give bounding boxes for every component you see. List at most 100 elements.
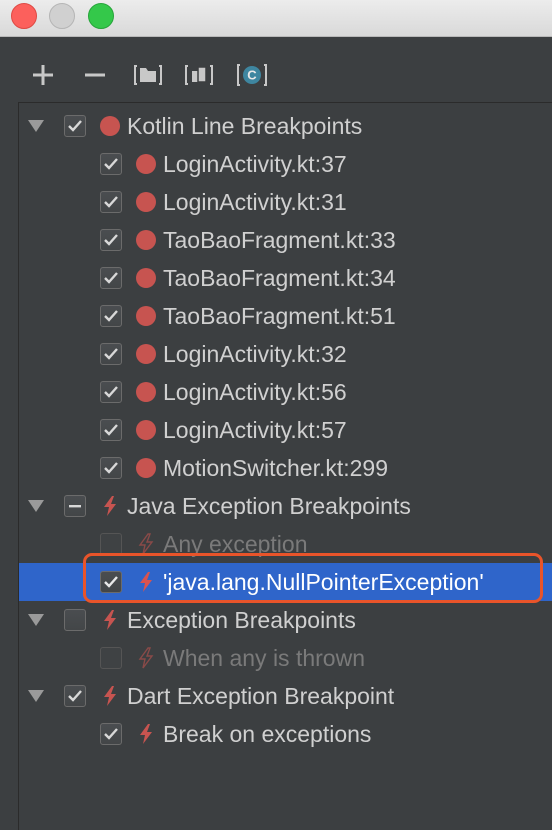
- item-label: TaoBaoFragment.kt:33: [163, 227, 396, 253]
- checkmark-icon: [104, 424, 118, 436]
- close-window-button[interactable]: [11, 3, 37, 29]
- red-dot-icon: [135, 229, 157, 251]
- tree-group-exception-breakpoints[interactable]: Exception Breakpoints: [19, 601, 552, 639]
- checkmark-icon: [104, 348, 118, 360]
- tree-item-breakpoint[interactable]: MotionSwitcher.kt:299: [19, 449, 552, 487]
- item-label: LoginActivity.kt:56: [163, 379, 347, 405]
- maximize-window-button[interactable]: [88, 3, 114, 29]
- checkmark-icon: [104, 158, 118, 170]
- item-label: 'java.lang.NullPointerException': [163, 569, 484, 595]
- tree-group-java-exception-breakpoints[interactable]: Java Exception Breakpoints: [19, 487, 552, 525]
- checkmark-icon: [104, 462, 118, 474]
- group-checkbox[interactable]: [64, 609, 86, 631]
- lightning-icon: [99, 495, 121, 517]
- item-checkbox[interactable]: [100, 419, 122, 441]
- tree-group-dart-exception-breakpoint[interactable]: Dart Exception Breakpoint: [19, 677, 552, 715]
- item-checkbox[interactable]: [100, 571, 122, 593]
- tree-item-breakpoint[interactable]: LoginActivity.kt:57: [19, 411, 552, 449]
- item-checkbox[interactable]: [100, 191, 122, 213]
- checkmark-icon: [104, 234, 118, 246]
- item-label: LoginActivity.kt:31: [163, 189, 347, 215]
- item-label: MotionSwitcher.kt:299: [163, 455, 389, 481]
- item-label: LoginActivity.kt:32: [163, 341, 347, 367]
- item-checkbox[interactable]: [100, 153, 122, 175]
- svg-text:C: C: [247, 68, 257, 83]
- checkmark-icon: [104, 196, 118, 208]
- tree-item-exception-selected[interactable]: 'java.lang.NullPointerException': [19, 563, 552, 601]
- item-checkbox[interactable]: [100, 343, 122, 365]
- red-dot-icon: [135, 343, 157, 365]
- collapse-arrow-icon[interactable]: [26, 610, 46, 630]
- item-label: TaoBaoFragment.kt:34: [163, 265, 396, 291]
- item-checkbox[interactable]: [100, 457, 122, 479]
- package-group-icon: [185, 65, 213, 85]
- tree-item-breakpoint[interactable]: TaoBaoFragment.kt:51: [19, 297, 552, 335]
- red-dot-icon: [135, 153, 157, 175]
- lightning-icon: [135, 571, 157, 593]
- group-by-class-button[interactable]: C: [237, 62, 267, 88]
- collapse-arrow-icon[interactable]: [26, 686, 46, 706]
- group-by-package-button[interactable]: [185, 62, 213, 88]
- plus-icon: [33, 65, 53, 85]
- group-checkbox[interactable]: [64, 685, 86, 707]
- group-checkbox[interactable]: [64, 115, 86, 137]
- tree-item-breakpoint[interactable]: TaoBaoFragment.kt:33: [19, 221, 552, 259]
- tree-group-kotlin-line-breakpoints[interactable]: Kotlin Line Breakpoints: [19, 107, 552, 145]
- checkmark-icon: [68, 690, 82, 702]
- collapse-arrow-icon[interactable]: [26, 116, 46, 136]
- tree-item-breakpoint[interactable]: LoginActivity.kt:32: [19, 335, 552, 373]
- red-dot-icon: [135, 267, 157, 289]
- item-checkbox[interactable]: [100, 647, 122, 669]
- item-checkbox[interactable]: [100, 305, 122, 327]
- item-checkbox[interactable]: [100, 533, 122, 555]
- lightning-icon: [135, 647, 157, 669]
- item-checkbox[interactable]: [100, 381, 122, 403]
- red-dot-icon: [99, 115, 121, 137]
- checkmark-icon: [104, 728, 118, 740]
- tree-item-breakpoint[interactable]: LoginActivity.kt:31: [19, 183, 552, 221]
- item-checkbox[interactable]: [100, 723, 122, 745]
- lightning-icon: [99, 685, 121, 707]
- group-label: Java Exception Breakpoints: [127, 493, 411, 519]
- class-c-icon: C: [237, 64, 267, 86]
- breakpoints-toolbar: C: [0, 36, 552, 102]
- tree-item-breakpoint[interactable]: TaoBaoFragment.kt:34: [19, 259, 552, 297]
- group-label: Dart Exception Breakpoint: [127, 683, 395, 709]
- checkmark-icon: [104, 576, 118, 588]
- tree-item-exception[interactable]: Any exception: [19, 525, 552, 563]
- red-dot-icon: [135, 457, 157, 479]
- checkmark-icon: [104, 386, 118, 398]
- red-dot-icon: [135, 419, 157, 441]
- item-checkbox[interactable]: [100, 267, 122, 289]
- lightning-icon: [99, 609, 121, 631]
- checkmark-icon: [68, 120, 82, 132]
- tree-item-exception[interactable]: When any is thrown: [19, 639, 552, 677]
- minimize-window-button[interactable]: [49, 3, 75, 29]
- folder-group-icon: [134, 65, 162, 85]
- collapse-arrow-icon[interactable]: [26, 496, 46, 516]
- checkmark-icon: [104, 272, 118, 284]
- tree-item-breakpoint[interactable]: LoginActivity.kt:56: [19, 373, 552, 411]
- lightning-icon: [135, 723, 157, 745]
- lightning-icon: [135, 533, 157, 555]
- group-label: Kotlin Line Breakpoints: [127, 113, 363, 139]
- item-label: Break on exceptions: [163, 721, 372, 747]
- breakpoints-tree: Kotlin Line Breakpoints LoginActivity.kt…: [18, 102, 552, 830]
- checkmark-icon: [104, 310, 118, 322]
- item-label: LoginActivity.kt:37: [163, 151, 347, 177]
- red-dot-icon: [135, 305, 157, 327]
- remove-breakpoint-button[interactable]: [82, 62, 108, 88]
- item-checkbox[interactable]: [100, 229, 122, 251]
- partial-check-icon: [69, 505, 81, 508]
- tree-item-exception[interactable]: Break on exceptions: [19, 715, 552, 753]
- red-dot-icon: [135, 381, 157, 403]
- tree-item-breakpoint[interactable]: LoginActivity.kt:37: [19, 145, 552, 183]
- add-breakpoint-button[interactable]: [30, 62, 56, 88]
- item-label: When any is thrown: [163, 645, 365, 671]
- window-titlebar: [0, 0, 552, 37]
- group-by-file-button[interactable]: [134, 62, 162, 88]
- group-checkbox[interactable]: [64, 495, 86, 517]
- item-label: LoginActivity.kt:57: [163, 417, 347, 443]
- item-label: TaoBaoFragment.kt:51: [163, 303, 396, 329]
- item-label: Any exception: [163, 531, 308, 557]
